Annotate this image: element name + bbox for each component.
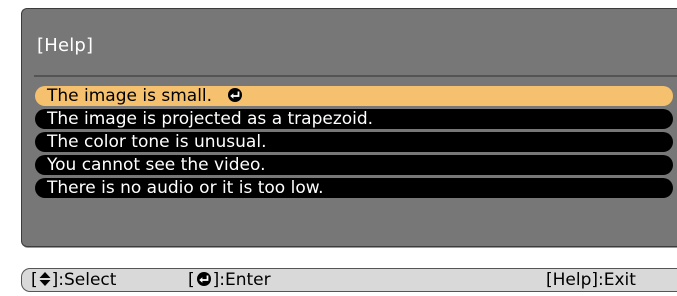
enter-arrow-icon [226, 87, 244, 108]
help-topic-item-image-small[interactable]: The image is small. [35, 86, 673, 106]
help-topic-label: You cannot see the video. [47, 155, 266, 175]
help-topic-item-trapezoid[interactable]: The image is projected as a trapezoid. [35, 109, 673, 129]
help-topic-label: The image is projected as a trapezoid. [47, 109, 374, 129]
help-topic-label: The color tone is unusual. [47, 132, 267, 152]
select-hint-open: [ [31, 270, 38, 290]
help-topic-item-no-audio[interactable]: There is no audio or it is too low. [35, 178, 673, 198]
help-menu-panel: [Help] The image is small. The image is … [21, 8, 677, 247]
help-topic-label: There is no audio or it is too low. [47, 178, 324, 198]
enter-arrow-icon [195, 271, 213, 293]
help-topic-label: The image is small. [47, 86, 213, 106]
enter-hint-label: ]:Enter [212, 270, 271, 290]
help-topic-item-color-tone[interactable]: The color tone is unusual. [35, 132, 673, 152]
enter-key-hint: [ ]:Enter [188, 269, 271, 293]
select-key-hint: [ ]:Select [31, 269, 116, 293]
exit-key-hint: [Help]:Exit [546, 270, 636, 290]
help-topic-list: The image is small. The image is project… [35, 86, 673, 201]
menu-title: [Help] [37, 35, 94, 56]
key-guide-bar: [ ]:Select [ ]:Enter [Help]:Exit [21, 268, 677, 292]
select-hint-label: ]:Select [51, 270, 117, 290]
up-down-arrow-icon [38, 271, 52, 293]
title-divider [34, 75, 677, 77]
help-topic-item-no-video[interactable]: You cannot see the video. [35, 155, 673, 175]
enter-hint-open: [ [188, 270, 195, 290]
